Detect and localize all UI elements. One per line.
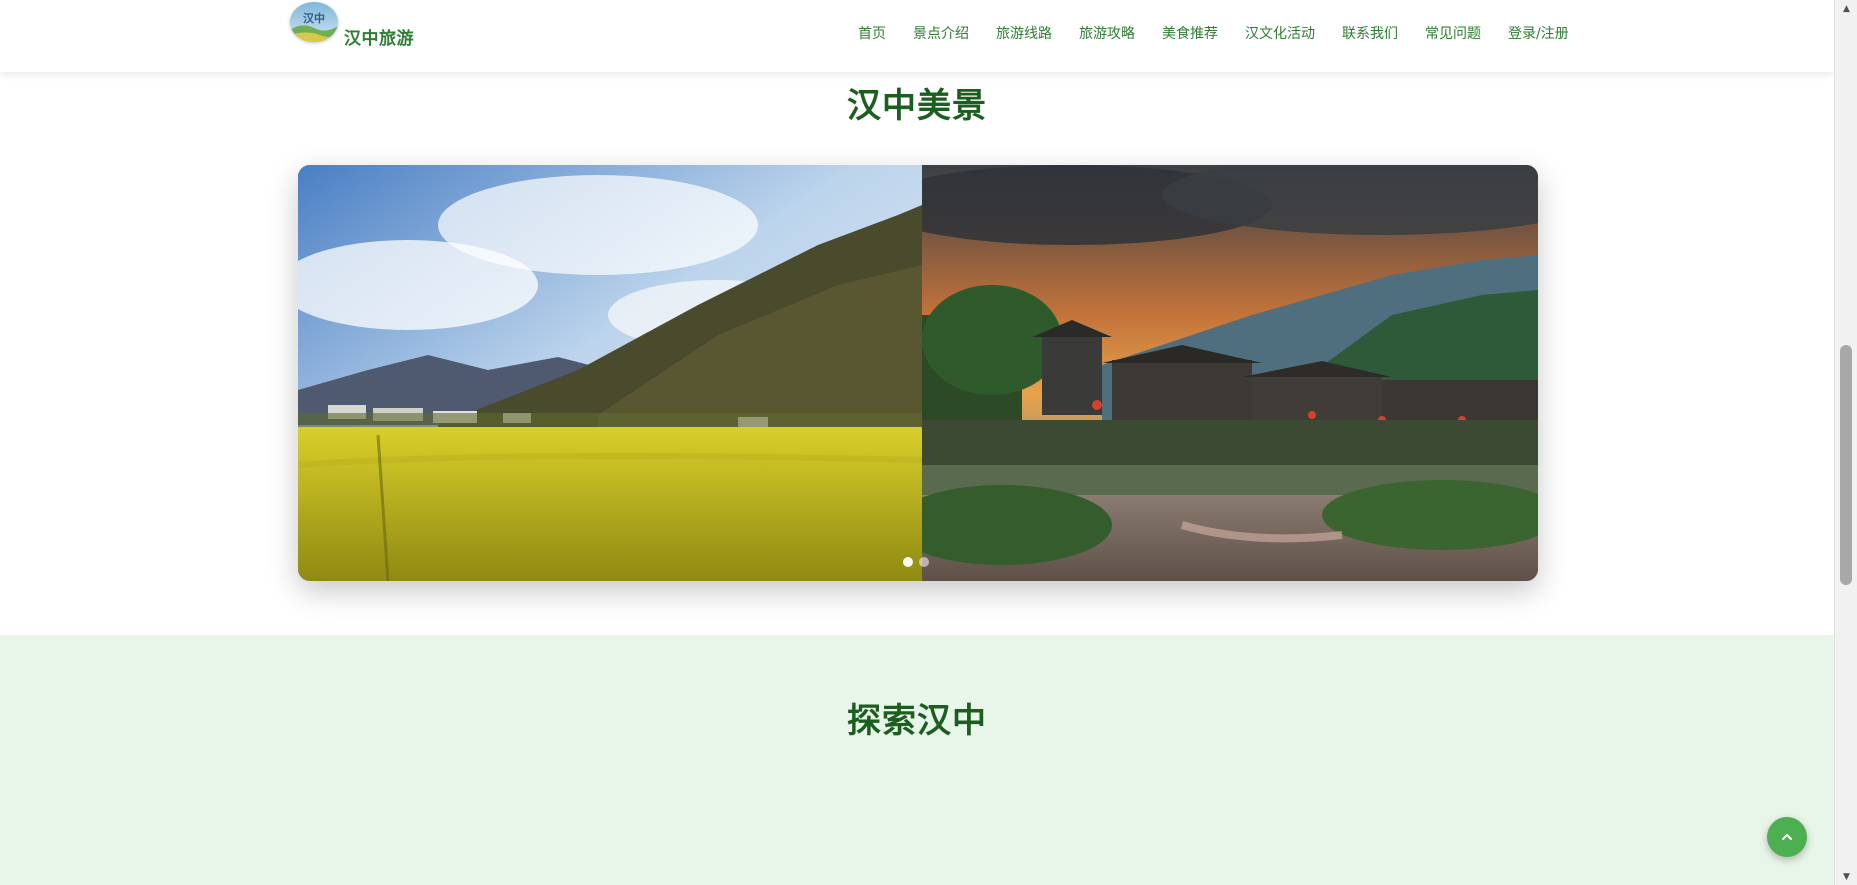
nav-login[interactable]: 登录/注册 xyxy=(1508,24,1569,44)
carousel-indicators xyxy=(903,557,929,567)
scroll-up-arrow-icon[interactable]: ▲ xyxy=(1835,0,1857,17)
nav-han-culture[interactable]: 汉文化活动 xyxy=(1245,24,1315,44)
nav-home[interactable]: 首页 xyxy=(858,24,886,44)
slide-ancient-town[interactable] xyxy=(922,165,1538,581)
carousel-dot-1[interactable] xyxy=(903,557,913,567)
explore-title: 探索汉中 xyxy=(847,701,987,741)
site-header: 汉中 汉中旅游 首页 景点介绍 旅游线路 旅游攻略 美食推荐 汉文化活动 联系我… xyxy=(0,0,1834,72)
logo-text: 汉中 xyxy=(303,11,325,25)
back-to-top-button[interactable] xyxy=(1767,817,1807,857)
brand-name[interactable]: 汉中旅游 xyxy=(344,24,414,49)
page-scrollbar[interactable]: ▲ ▼ xyxy=(1834,0,1857,885)
page-viewport: 汉中 汉中旅游 首页 景点介绍 旅游线路 旅游攻略 美食推荐 汉文化活动 联系我… xyxy=(0,0,1834,885)
carousel-dot-2[interactable] xyxy=(919,557,929,567)
nav-food[interactable]: 美食推荐 xyxy=(1162,24,1218,44)
explore-section: 探索汉中 xyxy=(0,635,1834,885)
slide-rapeseed-field[interactable] xyxy=(298,165,922,581)
nav-contact[interactable]: 联系我们 xyxy=(1342,24,1398,44)
scrollbar-thumb[interactable] xyxy=(1840,345,1852,585)
nav-faq[interactable]: 常见问题 xyxy=(1425,24,1481,44)
scenery-carousel[interactable] xyxy=(298,165,1538,581)
site-logo[interactable]: 汉中 xyxy=(290,2,338,42)
nav-routes[interactable]: 旅游线路 xyxy=(996,24,1052,44)
gallery-title: 汉中美景 xyxy=(847,86,987,126)
scroll-down-arrow-icon[interactable]: ▼ xyxy=(1835,868,1857,885)
nav-attractions[interactable]: 景点介绍 xyxy=(913,24,969,44)
nav-guides[interactable]: 旅游攻略 xyxy=(1079,24,1135,44)
chevron-up-icon xyxy=(1782,834,1792,840)
main-nav: 首页 景点介绍 旅游线路 旅游攻略 美食推荐 汉文化活动 联系我们 常见问题 登… xyxy=(858,24,1569,44)
